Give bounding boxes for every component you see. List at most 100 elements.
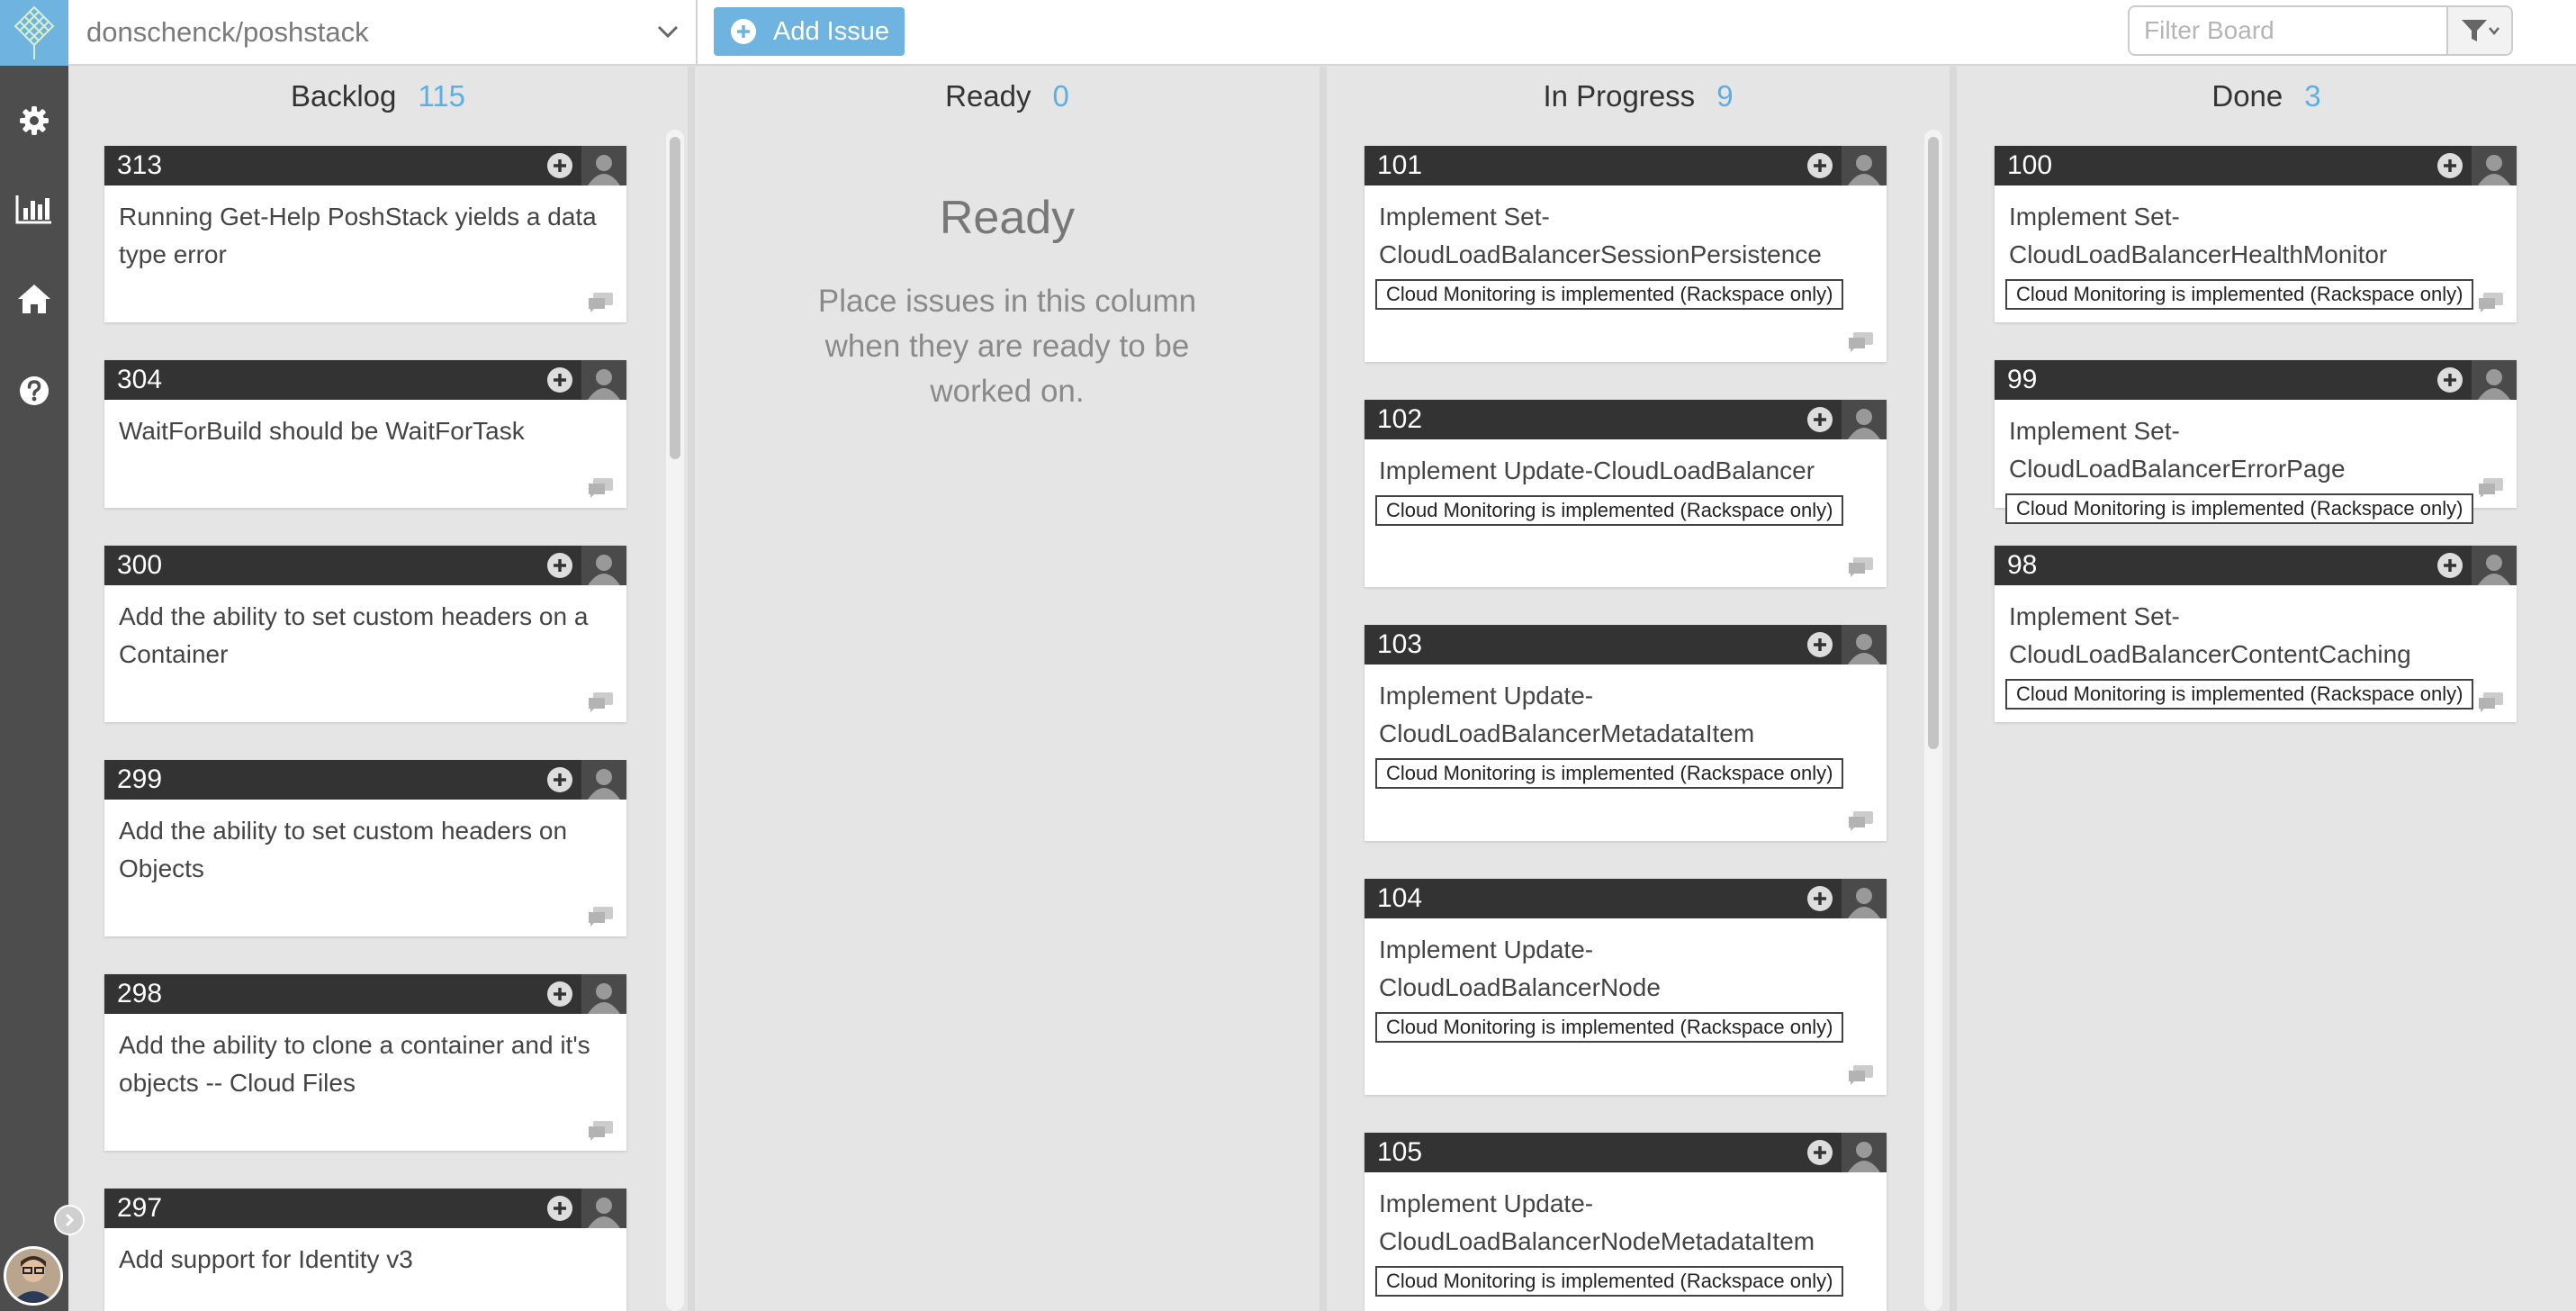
assignee-button[interactable] [1842,1133,1887,1172]
milestone-label[interactable]: Cloud Monitoring is implemented (Rackspa… [1375,1012,1844,1043]
assignee-button[interactable] [581,1189,626,1228]
assignee-button[interactable] [2472,546,2517,585]
issue-card[interactable]: 105 Implement Update-CloudLoadBalancerNo… [1365,1133,1887,1311]
issue-title: Add the ability to clone a container and… [119,1031,590,1097]
add-circle-icon[interactable] [545,551,574,580]
column-header: Backlog 115 [68,79,688,113]
logo-icon[interactable] [0,0,68,66]
assignee-button[interactable] [1842,625,1887,665]
add-circle-icon[interactable] [1806,1138,1834,1167]
assignee-button[interactable] [2472,360,2517,400]
milestone-label[interactable]: Cloud Monitoring is implemented (Rackspa… [1375,495,1844,526]
assignee-button[interactable] [581,974,626,1014]
add-circle-icon[interactable] [1806,630,1834,659]
issue-number: 298 [117,979,163,1008]
add-issue-button[interactable]: Add Issue [714,7,905,56]
home-icon[interactable] [11,276,58,322]
issue-title: WaitForBuild should be WaitForTask [119,417,525,445]
add-circle-icon[interactable] [2436,151,2464,180]
assignee-button[interactable] [581,546,626,585]
issue-number: 300 [117,550,163,580]
card-header: 102 [1365,400,1887,439]
issue-number: 105 [1377,1137,1423,1167]
repo-selector[interactable]: donschenck/poshstack [68,0,698,65]
issue-card[interactable]: 99 Implement Set-CloudLoadBalancerErrorP… [1995,360,2517,524]
issue-title: Implement Set-CloudLoadBalancerHealthMon… [2009,203,2388,268]
filter-input[interactable] [2130,7,2454,54]
sidebar [0,0,68,1311]
add-circle-icon[interactable] [1806,151,1834,180]
top-bar: donschenck/poshstack Add Issue [68,0,2576,66]
scrollbar[interactable] [666,130,684,1311]
issue-card[interactable]: 299 Add the ability to set custom header… [104,760,626,936]
milestone-label[interactable]: Cloud Monitoring is implemented (Rackspa… [2005,279,2474,310]
user-icon [1848,1142,1880,1172]
card-header: 103 [1365,625,1887,665]
bar-chart-icon[interactable] [11,185,58,232]
milestone-label[interactable]: Cloud Monitoring is implemented (Rackspa… [1375,279,1844,310]
add-circle-icon[interactable] [1806,405,1834,434]
issue-number: 104 [1377,883,1423,913]
assignee-button[interactable] [1842,400,1887,439]
issue-title: Implement Update-CloudLoadBalancerNode [1379,936,1661,1001]
comments-icon [589,907,613,927]
issue-card[interactable]: 304 WaitForBuild should be WaitForTask [104,360,626,508]
add-circle-icon[interactable] [545,366,574,394]
filter-dropdown-button[interactable] [2446,7,2511,54]
issue-card[interactable]: 104 Implement Update-CloudLoadBalancerNo… [1365,879,1887,1095]
user-icon [1848,155,1880,185]
milestone-label[interactable]: Cloud Monitoring is implemented (Rackspa… [1375,1266,1844,1297]
issue-card[interactable]: 300 Add the ability to set custom header… [104,546,626,722]
assignee-button[interactable] [1842,146,1887,185]
add-circle-icon[interactable] [2436,551,2464,580]
issue-title: Add the ability to set custom headers on… [119,602,589,668]
issue-card[interactable]: 98 Implement Set-CloudLoadBalancerConten… [1995,546,2517,722]
scrollbar[interactable] [1924,130,1942,1311]
help-icon[interactable] [11,367,58,414]
issue-card[interactable]: 298 Add the ability to clone a container… [104,974,626,1151]
add-circle-icon[interactable] [545,1194,574,1223]
issue-number: 313 [117,150,163,180]
add-circle-icon[interactable] [2436,366,2464,394]
issue-card[interactable]: 100 Implement Set-CloudLoadBalancerHealt… [1995,146,2517,322]
issue-card[interactable]: 297 Add support for Identity v3 [104,1189,626,1311]
issue-card[interactable]: 313 Running Get-Help PoshStack yields a … [104,146,626,322]
milestone-label[interactable]: Cloud Monitoring is implemented (Rackspa… [1375,758,1844,789]
add-circle-icon[interactable] [1806,884,1834,913]
add-circle-icon[interactable] [545,980,574,1008]
issue-card[interactable]: 102 Implement Update-CloudLoadBalancer C… [1365,400,1887,587]
assignee-button[interactable] [581,146,626,185]
assignee-button[interactable] [2472,146,2517,185]
issue-card[interactable]: 101 Implement Set-CloudLoadBalancerSessi… [1365,146,1887,362]
issue-number: 99 [2007,365,2038,394]
assignee-button[interactable] [581,760,626,800]
card-header: 98 [1995,546,2517,585]
empty-title: Ready [939,192,1076,244]
issue-title: Implement Update-CloudLoadBalancerNodeMe… [1379,1189,1815,1255]
plus-circle-icon [731,19,756,44]
add-circle-icon[interactable] [545,765,574,794]
user-icon [1848,409,1880,439]
comments-icon [589,478,613,498]
avatar[interactable] [4,1246,63,1306]
user-icon [1848,888,1880,918]
comments-icon [589,293,613,312]
issue-number: 101 [1377,150,1423,180]
comments-icon [2479,692,2503,712]
comments-icon [1849,557,1873,577]
add-issue-label: Add Issue [773,16,889,46]
card-header: 99 [1995,360,2517,400]
issue-title: Implement Set-CloudLoadBalancerContentCa… [2009,602,2411,668]
issue-card[interactable]: 103 Implement Update-CloudLoadBalancerMe… [1365,625,1887,841]
column-header: Ready 0 [695,79,1320,113]
sidebar-toggle-button[interactable] [54,1205,85,1235]
milestone-label[interactable]: Cloud Monitoring is implemented (Rackspa… [2005,679,2474,710]
milestone-label[interactable]: Cloud Monitoring is implemented (Rackspa… [2005,493,2474,524]
assignee-button[interactable] [1842,879,1887,918]
column-title: In Progress [1543,79,1696,113]
settings-icon[interactable] [11,97,58,144]
column-count: 0 [1052,79,1069,113]
user-icon [588,983,620,1014]
assignee-button[interactable] [581,360,626,400]
add-circle-icon[interactable] [545,151,574,180]
